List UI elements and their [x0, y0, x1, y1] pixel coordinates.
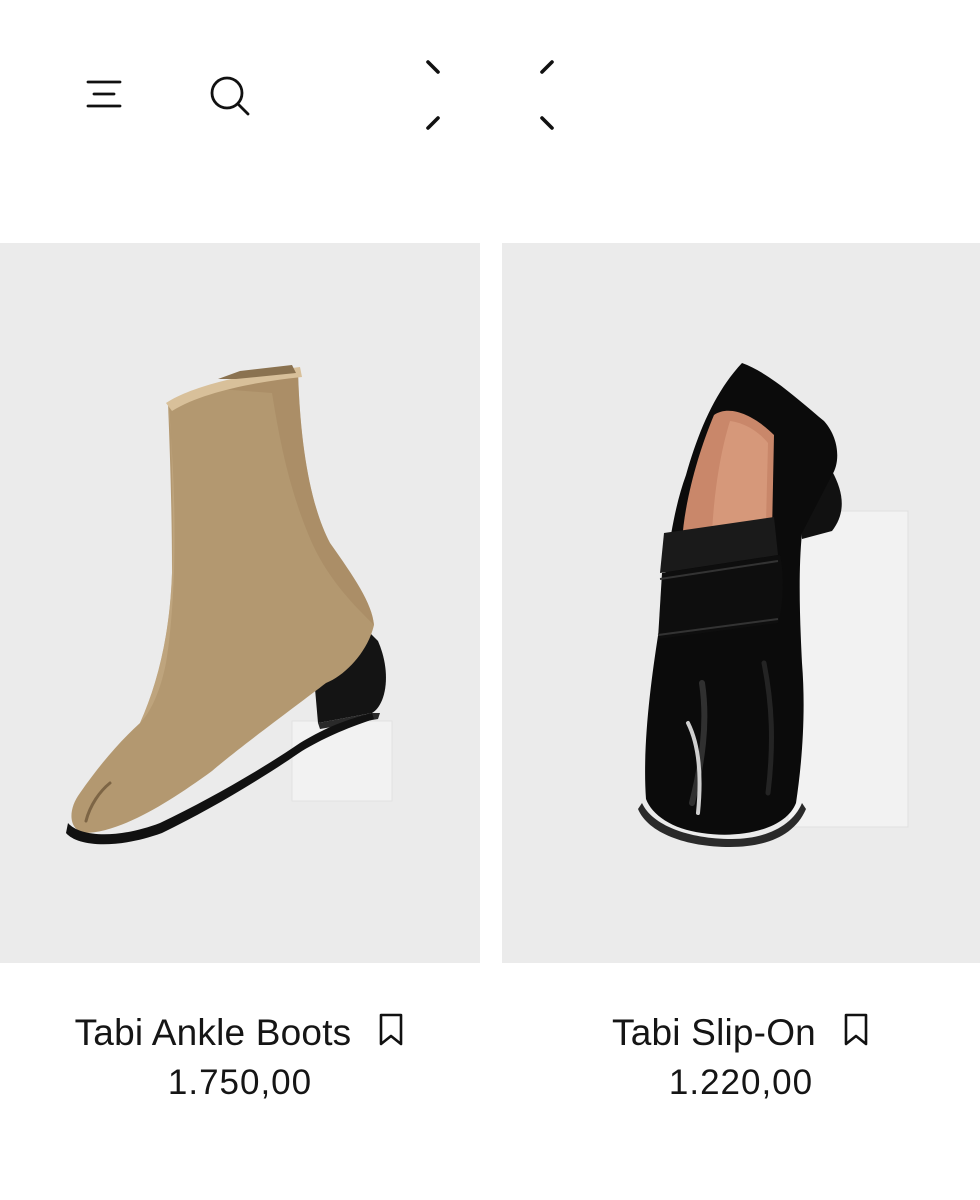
product-name[interactable]: Tabi Ankle Boots [75, 1012, 352, 1054]
product-price: 1.220,00 [668, 1063, 814, 1102]
product-image-tabi-ankle-boots [0, 243, 480, 963]
product-card-tabi-ankle-boots[interactable] [0, 243, 480, 963]
brand-logo[interactable] [418, 52, 566, 140]
product-info-tabi-slip-on: Tabi Slip-On 1.220,00 [502, 1005, 980, 1125]
product-image-tabi-slip-on [502, 243, 980, 963]
menu-icon [86, 80, 122, 108]
bookmark-icon [844, 1013, 868, 1046]
menu-button[interactable] [80, 70, 128, 118]
search-icon [210, 76, 250, 116]
stitch-logo-icon [426, 60, 554, 130]
product-grid [0, 243, 980, 963]
product-card-tabi-slip-on[interactable] [502, 243, 980, 963]
product-info-tabi-ankle-boots: Tabi Ankle Boots 1.750,00 [0, 1005, 480, 1125]
bookmark-button[interactable] [842, 1012, 870, 1048]
bookmark-button[interactable] [377, 1012, 405, 1048]
product-name[interactable]: Tabi Slip-On [612, 1012, 816, 1054]
product-name-row: Tabi Slip-On [502, 1005, 980, 1061]
product-price: 1.750,00 [167, 1063, 313, 1102]
product-name-row: Tabi Ankle Boots [0, 1005, 480, 1061]
site-header [0, 0, 980, 200]
search-button[interactable] [204, 70, 256, 122]
bookmark-icon [380, 1013, 403, 1046]
